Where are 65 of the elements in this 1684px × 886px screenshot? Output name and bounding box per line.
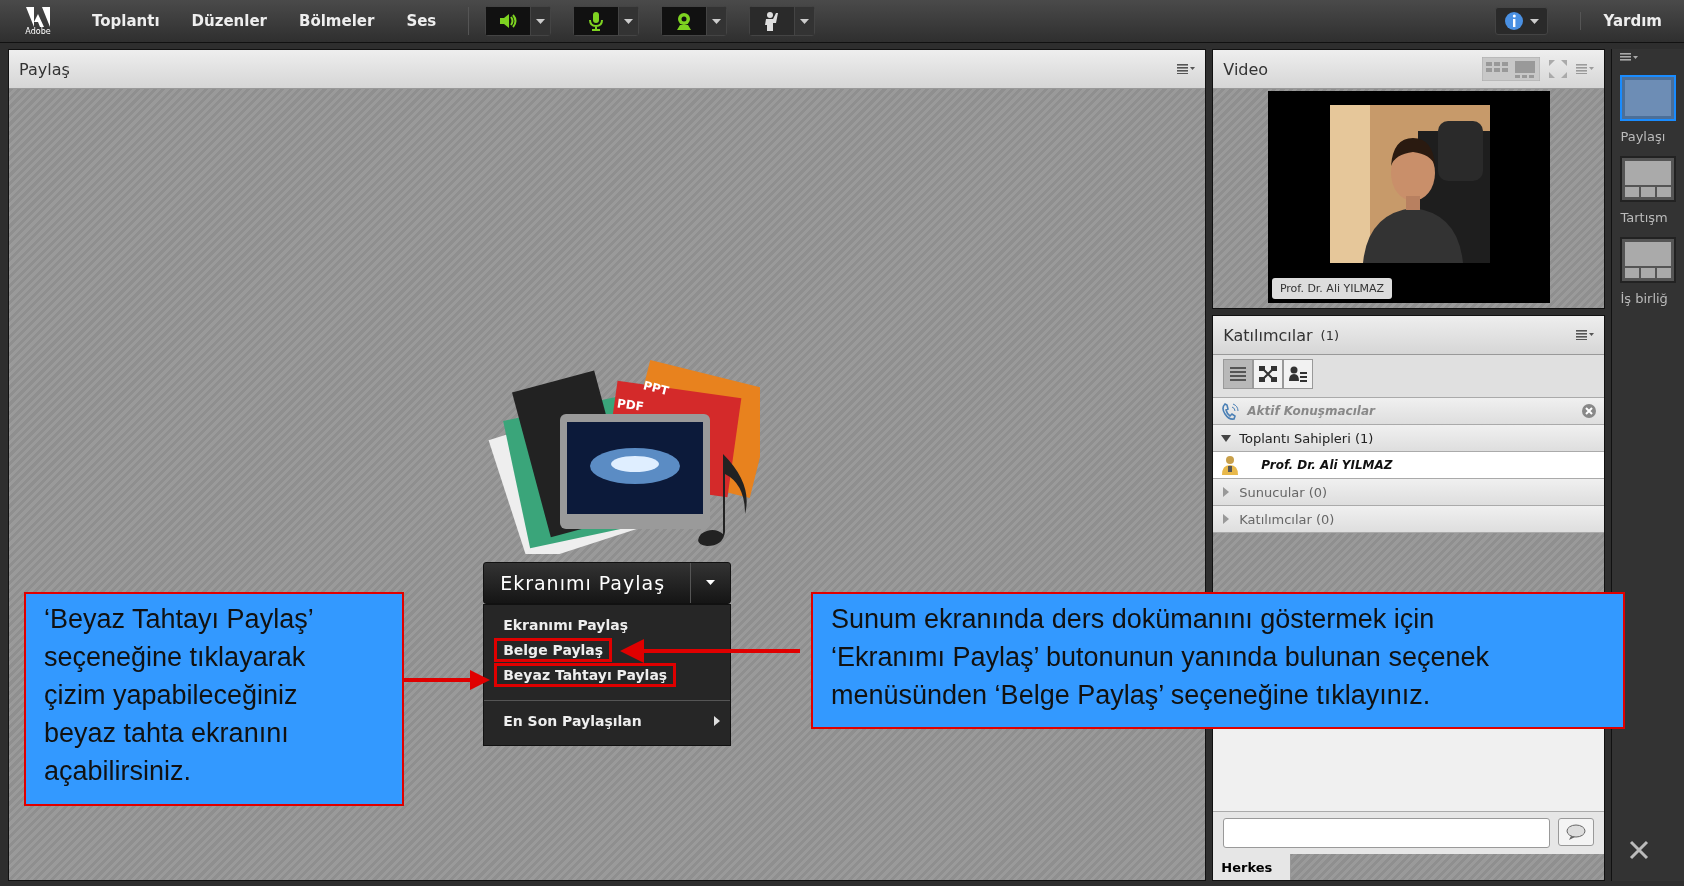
toolbar-button[interactable] xyxy=(750,7,795,35)
media-drawing: PPT PDF xyxy=(488,359,760,554)
menu-item[interactable]: En Son Paylaşılan xyxy=(494,708,651,733)
menu-item[interactable]: Bölmeler xyxy=(299,12,375,30)
menu-icon[interactable] xyxy=(1620,53,1639,63)
toolbar-button[interactable] xyxy=(574,7,619,35)
speaker-icon xyxy=(498,11,519,31)
view-tab[interactable] xyxy=(1283,359,1314,389)
menu-item[interactable]: Ses xyxy=(406,12,437,30)
active-speakers-label: Aktif Konuşmacılar xyxy=(1247,404,1377,418)
close-icon[interactable] xyxy=(1582,404,1597,418)
attendee-count: (1) xyxy=(1320,327,1339,343)
info-icon xyxy=(1504,11,1525,31)
layout-thumbnail[interactable] xyxy=(1620,237,1677,283)
layout-label[interactable]: Tartışm xyxy=(1620,210,1684,225)
name-tag: Prof. Dr. Ali YILMAZ xyxy=(1271,278,1393,299)
pod-title: Katılımcılar xyxy=(1223,325,1313,345)
list-view-icon xyxy=(1228,364,1249,384)
layout-thumbnail[interactable] xyxy=(1620,156,1677,202)
menu-item[interactable]: Beyaz Tahtayı Paylaş xyxy=(494,663,677,687)
menu-item[interactable]: Ekranımı Paylaş xyxy=(494,613,637,637)
layout-label[interactable]: Paylaşı xyxy=(1620,129,1684,144)
caret-icon xyxy=(800,18,810,24)
submenu-arrow-icon xyxy=(714,715,721,726)
send-button[interactable] xyxy=(1558,818,1595,846)
help-menu[interactable]: Yardım xyxy=(1580,12,1662,30)
menu-icon[interactable] xyxy=(1576,330,1595,340)
layout-label[interactable]: İş birliğ xyxy=(1620,291,1684,306)
pod-title: Video xyxy=(1223,59,1269,79)
layout-thumbnail[interactable] xyxy=(1620,75,1677,121)
callout-text: ‘Beyaz Tahtayı Paylaş’ seçeneğine tıklayarak çizim yapabileceğiniz beyaz tahta ekranını açabilirsiniz. xyxy=(24,592,404,806)
user-details-icon xyxy=(1288,364,1309,384)
menu-item[interactable]: Belge Paylaş xyxy=(494,638,613,662)
view-tab[interactable] xyxy=(1253,359,1284,389)
host-user-icon xyxy=(1221,455,1240,475)
logo-icon xyxy=(26,6,50,27)
group-label[interactable]: Sunucular (0) xyxy=(1239,484,1328,500)
toolbar-button[interactable] xyxy=(662,7,707,35)
phone-icon xyxy=(1221,402,1240,420)
dropdown-button[interactable] xyxy=(706,7,727,35)
menu-item[interactable]: Düzenler xyxy=(191,12,267,30)
logo-text: Adobe xyxy=(25,26,51,36)
pod-title: Paylaş xyxy=(19,59,70,79)
dropdown-button[interactable] xyxy=(530,7,551,35)
caret-icon xyxy=(624,18,634,24)
menu-icon[interactable] xyxy=(1177,64,1196,74)
callout-text: Sunum ekranında ders dokümanını göstermek için ‘Ekranımı Paylaş’ butonunun yanında bulunan seçenek menüsünden ‘Belge Paylaş’ seçeneğine tıklayınız. xyxy=(811,592,1625,729)
attendee-name[interactable]: Prof. Dr. Ali YILMAZ xyxy=(1261,458,1393,472)
chat-input-field[interactable] xyxy=(1223,818,1551,848)
group-label[interactable]: Katılımcılar (0) xyxy=(1239,511,1335,527)
caret-icon xyxy=(536,18,546,24)
breakout-icon xyxy=(1258,364,1279,384)
tools-icon[interactable] xyxy=(1628,839,1651,861)
info-button[interactable] xyxy=(1495,7,1549,35)
dropdown-button[interactable] xyxy=(618,7,639,35)
toolbar-button[interactable] xyxy=(486,7,531,35)
speech-bubble-icon xyxy=(1566,824,1587,840)
view-toggle-icon[interactable] xyxy=(1482,57,1541,81)
caret-icon xyxy=(1530,18,1540,24)
chat-tab[interactable]: Herkes xyxy=(1213,854,1292,880)
collapse-arrow-icon[interactable] xyxy=(1221,433,1232,443)
caret-icon xyxy=(712,18,722,24)
dropdown-button[interactable] xyxy=(794,7,815,35)
menu-item[interactable]: Toplantı xyxy=(92,12,160,30)
caret-icon xyxy=(706,580,716,585)
